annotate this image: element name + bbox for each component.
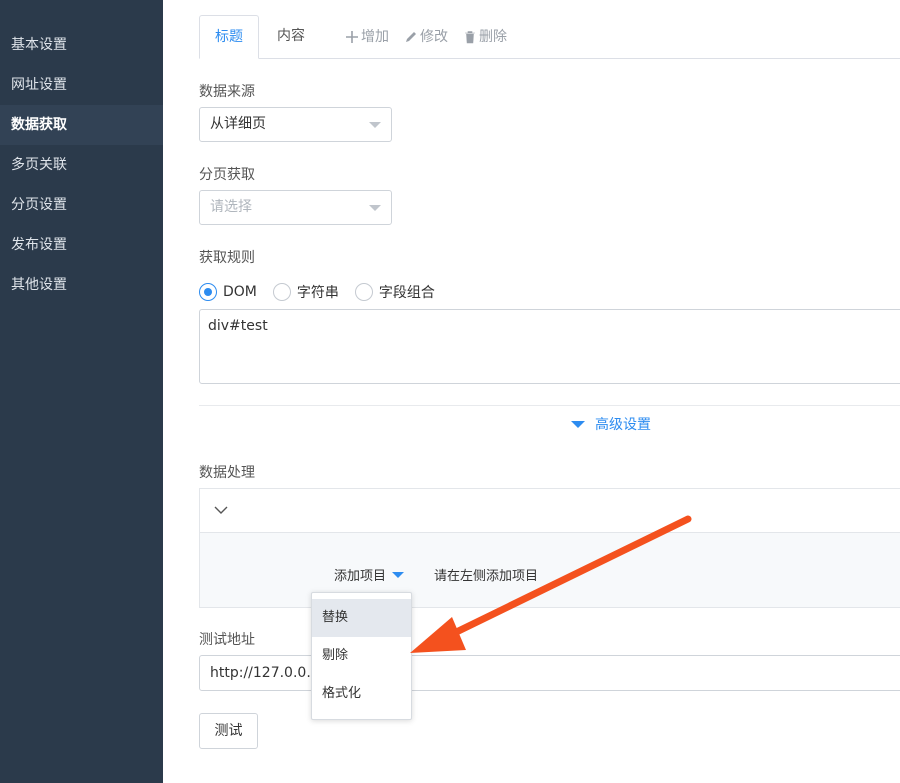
radio-string[interactable]: 字符串: [272, 282, 339, 302]
add-item-dropdown-menu: 替换 剔除 格式化: [311, 592, 412, 720]
test-button[interactable]: 测试: [199, 713, 258, 749]
processing-panel-body: 添加项目 请在左侧添加项目: [200, 533, 900, 607]
edit-tab-label: 修改: [420, 29, 448, 45]
radio-field-combo-label: 字段组合: [378, 285, 435, 301]
processing-panel: 添加项目 请在左侧添加项目: [199, 488, 900, 608]
radio-circle-icon: [199, 283, 217, 301]
paging-placeholder: 请选择: [210, 199, 252, 215]
caret-down-icon: [571, 420, 585, 428]
caret-down-icon: [369, 122, 381, 128]
dropdown-item-format[interactable]: 格式化: [312, 675, 411, 713]
pencil-icon: [406, 32, 416, 42]
paging-label: 分页获取: [199, 167, 255, 183]
sidebar-item-url-settings[interactable]: 网址设置: [0, 65, 163, 105]
sidebar: 基本设置 网址设置 数据获取 多页关联 分页设置 发布设置 其他设置: [0, 0, 163, 783]
test-url-label: 测试地址: [199, 632, 255, 648]
test-url-input[interactable]: http://127.0.0.1/: [199, 655, 900, 691]
sidebar-item-data-fetch[interactable]: 数据获取: [0, 105, 163, 145]
trash-icon: [465, 31, 475, 44]
add-tab-button[interactable]: 增加: [345, 15, 389, 59]
field-tabs: 标题 内容 增加 修改 删除: [199, 15, 900, 59]
radio-field-combo[interactable]: 字段组合: [354, 282, 435, 302]
radio-string-label: 字符串: [296, 285, 339, 301]
sidebar-item-paging-settings[interactable]: 分页设置: [0, 185, 163, 225]
advanced-settings-toggle[interactable]: 高级设置: [571, 412, 651, 436]
chevron-down-icon: [214, 506, 228, 514]
sidebar-item-multi-page[interactable]: 多页关联: [0, 145, 163, 185]
caret-down-icon: [392, 571, 405, 578]
edit-tab-button[interactable]: 修改: [404, 15, 448, 59]
plus-icon: [346, 31, 358, 43]
add-tab-label: 增加: [361, 29, 389, 45]
dropdown-item-remove[interactable]: 剔除: [312, 637, 411, 675]
main-content: 标题 内容 增加 修改 删除 数据来源 从详细页 分页获取 请选择 获取规则 D…: [163, 0, 900, 783]
data-source-select[interactable]: 从详细页: [199, 107, 392, 142]
sidebar-item-other-settings[interactable]: 其他设置: [0, 265, 163, 305]
delete-tab-button[interactable]: 删除: [463, 15, 507, 59]
radio-circle-icon: [354, 283, 373, 301]
paging-select[interactable]: 请选择: [199, 190, 392, 225]
data-source-value: 从详细页: [210, 116, 266, 132]
data-source-label: 数据来源: [199, 84, 255, 100]
advanced-settings-label: 高级设置: [595, 417, 651, 433]
add-item-hint: 请在左侧添加项目: [434, 569, 539, 584]
rule-textarea[interactable]: div#test: [199, 309, 900, 384]
radio-circle-icon: [272, 283, 291, 301]
delete-tab-label: 删除: [479, 29, 507, 45]
section-divider: [199, 405, 900, 406]
add-item-label: 添加项目: [334, 569, 387, 584]
rule-type-radio-group: DOM 字符串 字段组合: [199, 281, 451, 303]
dropdown-item-replace[interactable]: 替换: [312, 599, 411, 637]
radio-dom-label: DOM: [223, 284, 257, 300]
processing-label: 数据处理: [199, 465, 255, 481]
caret-down-icon: [369, 205, 381, 211]
add-item-dropdown-trigger[interactable]: 添加项目: [334, 565, 405, 584]
radio-dom[interactable]: DOM: [199, 283, 257, 301]
sidebar-item-publish-settings[interactable]: 发布设置: [0, 225, 163, 265]
tab-title[interactable]: 标题: [199, 15, 259, 59]
processing-panel-header[interactable]: [200, 489, 900, 533]
tab-content[interactable]: 内容: [277, 15, 305, 59]
rule-label: 获取规则: [199, 250, 255, 266]
sidebar-item-basic-settings[interactable]: 基本设置: [0, 25, 163, 65]
